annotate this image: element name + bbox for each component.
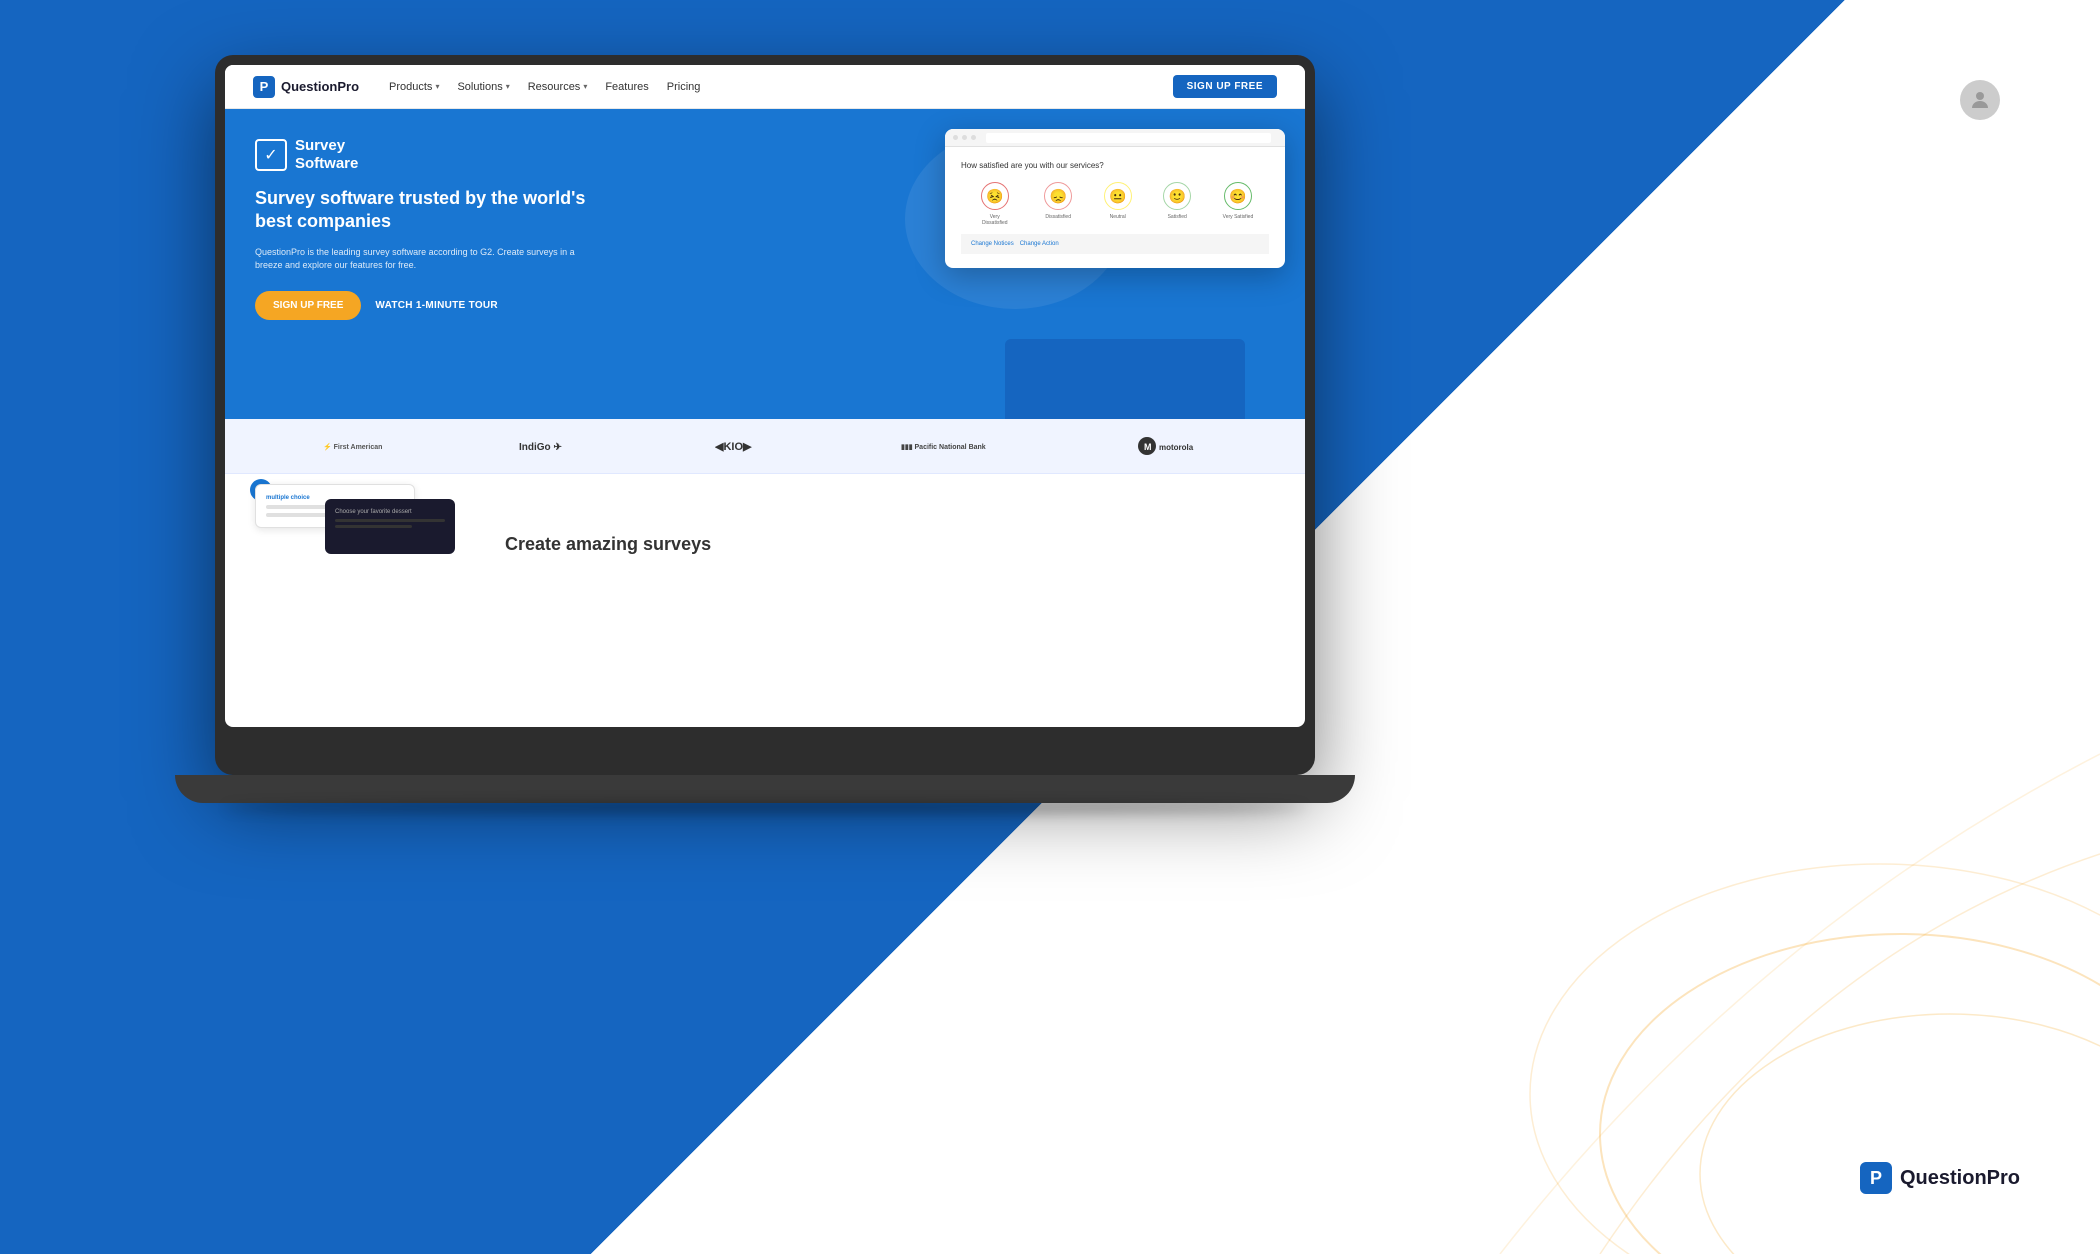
survey-mockup: How satisfied are you with our services?… bbox=[945, 129, 1285, 268]
nav-resources[interactable]: Resources ▾ bbox=[528, 81, 588, 93]
face-icon-dis: 😞 bbox=[1044, 182, 1072, 210]
svg-text:IndiGo ✈: IndiGo ✈ bbox=[519, 442, 562, 453]
face-very-dissatisfied: 😣 Very Dissatisfied bbox=[977, 182, 1013, 226]
face-icon-neutral: 😐 bbox=[1104, 182, 1132, 210]
hero-cta-primary[interactable]: SIGN UP FREE bbox=[255, 291, 361, 320]
navbar: P QuestionPro Products ▾ Solutions ▾ Res… bbox=[225, 65, 1305, 109]
mockup-url-bar bbox=[986, 133, 1271, 143]
mockup-question: How satisfied are you with our services? bbox=[961, 161, 1269, 170]
mockup-dot-2 bbox=[962, 135, 967, 140]
logos-section: ⚡ First American IndiGo ✈ ◀KIO▶ ▮▮▮ Paci… bbox=[225, 419, 1305, 474]
face-dissatisfied: 😞 Dissatisfied bbox=[1044, 182, 1072, 226]
mockup-dot-1 bbox=[953, 135, 958, 140]
footer-logo-icon: P bbox=[1860, 1162, 1892, 1194]
laptop-base bbox=[175, 775, 1355, 803]
mockup-content: How satisfied are you with our services?… bbox=[945, 147, 1285, 268]
mockup-faces: 😣 Very Dissatisfied 😞 Dissatisfied 😐 Neu… bbox=[961, 182, 1269, 226]
footer-logo-area: P QuestionPro bbox=[1860, 1162, 2020, 1194]
nav-solutions[interactable]: Solutions ▾ bbox=[457, 81, 509, 93]
nav-pricing[interactable]: Pricing bbox=[667, 81, 701, 93]
footer-link-2[interactable]: Change Action bbox=[1020, 241, 1059, 247]
logo-kio: ◀KIO▶ bbox=[715, 435, 765, 457]
avatar bbox=[1960, 80, 2000, 120]
svg-text:M: M bbox=[1144, 442, 1152, 452]
hero-title: Survey software trusted by the world's b… bbox=[255, 187, 595, 234]
chevron-down-icon: ▾ bbox=[435, 82, 439, 91]
bottom-card-dark: Choose your favorite dessert bbox=[325, 499, 455, 554]
face-label-dis: Dissatisfied bbox=[1045, 214, 1071, 220]
svg-text:⚡ First American: ⚡ First American bbox=[323, 442, 382, 451]
bottom-text: Create amazing surveys bbox=[505, 534, 1275, 555]
logo-indigo: IndiGo ✈ bbox=[519, 435, 579, 457]
hero-cta-tour[interactable]: WATCH 1-MINUTE TOUR bbox=[375, 300, 498, 311]
logo-first-american: ⚡ First American bbox=[323, 435, 383, 457]
mockup-dot-3 bbox=[971, 135, 976, 140]
nav-links: Products ▾ Solutions ▾ Resources ▾ Featu… bbox=[389, 81, 1173, 93]
logo-text: QuestionPro bbox=[281, 79, 359, 94]
signup-button[interactable]: SIGN UP FREE bbox=[1173, 75, 1277, 98]
face-label-neutral: Neutral bbox=[1110, 214, 1126, 220]
bottom-survey-mockup: + multiple choice Choose your favorite d… bbox=[255, 484, 475, 604]
face-label-sat: Satisfied bbox=[1168, 214, 1187, 220]
mockup-footer: Change Notices Change Action bbox=[961, 234, 1269, 254]
chevron-down-icon: ▾ bbox=[583, 82, 587, 91]
logo-motorola: M motorola bbox=[1137, 435, 1207, 457]
question-placeholder: Choose your favorite dessert bbox=[335, 509, 445, 515]
laptop-shadow bbox=[225, 803, 1305, 813]
face-icon-sat: 🙂 bbox=[1163, 182, 1191, 210]
face-very-satisfied: 😊 Very Satisfied bbox=[1223, 182, 1254, 226]
hero-badge-text: Survey Software bbox=[295, 137, 358, 173]
nav-products[interactable]: Products ▾ bbox=[389, 81, 439, 93]
hero-section: ✓ Survey Software Survey software truste… bbox=[225, 109, 1305, 419]
face-label-very-sat: Very Satisfied bbox=[1223, 214, 1254, 220]
bottom-section: + multiple choice Choose your favorite d… bbox=[225, 474, 1305, 614]
hero-subtitle: QuestionPro is the leading survey softwa… bbox=[255, 246, 595, 273]
mockup-titlebar bbox=[945, 129, 1285, 147]
hero-badge: ✓ Survey Software bbox=[255, 137, 595, 173]
background: P QuestionPro P QuestionPro Products ▾ bbox=[0, 0, 2100, 1254]
logo-icon: P bbox=[253, 76, 275, 98]
footer-logo-text: QuestionPro bbox=[1900, 1167, 2020, 1190]
face-neutral: 😐 Neutral bbox=[1104, 182, 1132, 226]
face-icon-very-sat: 😊 bbox=[1224, 182, 1252, 210]
nav-features[interactable]: Features bbox=[605, 81, 648, 93]
face-label-very-dis: Very Dissatisfied bbox=[977, 214, 1013, 226]
svg-text:▮▮▮ Pacific National Bank: ▮▮▮ Pacific National Bank bbox=[901, 444, 986, 451]
svg-text:motorola: motorola bbox=[1159, 443, 1194, 452]
svg-text:◀KIO▶: ◀KIO▶ bbox=[715, 441, 752, 453]
laptop: P QuestionPro Products ▾ Solutions ▾ Res… bbox=[215, 55, 1315, 775]
footer-link-1[interactable]: Change Notices bbox=[971, 241, 1014, 247]
face-icon-very-dis: 😣 bbox=[981, 182, 1009, 210]
face-satisfied: 🙂 Satisfied bbox=[1163, 182, 1191, 226]
logo-area[interactable]: P QuestionPro bbox=[253, 76, 359, 98]
laptop-screen: P QuestionPro Products ▾ Solutions ▾ Res… bbox=[225, 65, 1305, 727]
checkmark-icon: ✓ bbox=[255, 139, 287, 171]
hero-left: ✓ Survey Software Survey software truste… bbox=[255, 137, 595, 320]
bottom-heading: Create amazing surveys bbox=[505, 534, 1275, 555]
hero-buttons: SIGN UP FREE WATCH 1-MINUTE TOUR bbox=[255, 291, 595, 320]
logo-pacific-national-bank: ▮▮▮ Pacific National Bank bbox=[901, 435, 1001, 457]
tablet-mockup bbox=[1005, 339, 1245, 419]
chevron-down-icon: ▾ bbox=[506, 82, 510, 91]
